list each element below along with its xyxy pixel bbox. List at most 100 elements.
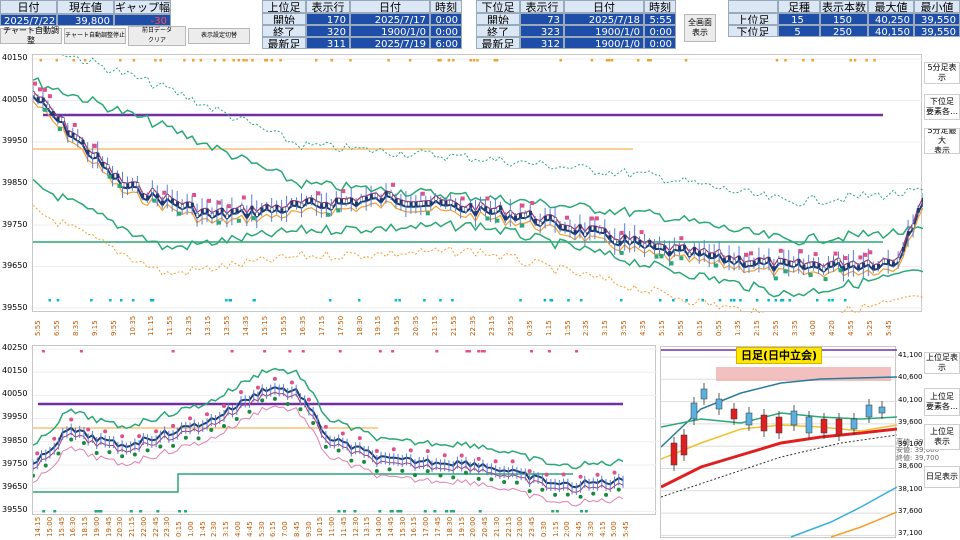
daily-chart[interactable] [660, 346, 897, 538]
top-x-tick: 5:15 [658, 320, 667, 336]
bottom-y-tick: 39550 [2, 505, 28, 514]
5min-display-button[interactable]: 5分足表示 [924, 62, 960, 84]
candle-body [484, 206, 488, 211]
upper-time-header: 時刻 [430, 0, 462, 13]
upper-element-button[interactable]: 上位足 要素各… [924, 388, 960, 416]
lower-line-orange [830, 511, 897, 538]
candle-body [727, 255, 731, 261]
signal-marker-bottom [394, 299, 398, 302]
candle-body [86, 149, 90, 155]
signal-marker-bottom [390, 510, 394, 513]
green-dot [527, 489, 532, 494]
lower-timeframe-chart[interactable] [32, 54, 923, 313]
lower-start-row: 73 [520, 13, 564, 25]
candle-body [558, 224, 562, 229]
5min-max-display-button[interactable]: 5分足最大 表示 [924, 128, 960, 154]
signal-marker-top [607, 59, 611, 62]
top-x-tick: 2:55 [771, 320, 780, 336]
candle-body [414, 202, 418, 207]
candle-body [857, 265, 861, 270]
signal-marker-bottom [580, 510, 584, 513]
green-marker [336, 208, 341, 213]
green-dot [234, 416, 239, 421]
green-dot [374, 468, 379, 473]
candle-body [598, 227, 602, 233]
candle-body [533, 218, 537, 224]
green-marker [520, 223, 525, 228]
green-marker [659, 254, 664, 259]
green-marker [619, 250, 624, 255]
pink-dot [323, 424, 328, 429]
signal-marker-bottom [99, 510, 103, 513]
green-dot [616, 487, 621, 492]
candle-body [116, 173, 120, 179]
signal-marker-bottom [342, 510, 346, 513]
candle-body [325, 202, 329, 208]
upper-display-button[interactable]: 上位足表示 [924, 352, 960, 374]
lower-element-button[interactable]: 下位足 要素各… [924, 94, 960, 120]
signal-marker-bottom [229, 299, 233, 302]
candle-body [842, 265, 846, 271]
upper-display-row-header: 表示行 [306, 0, 350, 13]
bottom-y-tick: 39850 [2, 435, 28, 445]
pink-marker [162, 190, 167, 195]
chart-auto-adjust-stop-button[interactable]: チャート自動調整停止 [64, 28, 126, 44]
pink-marker [530, 201, 535, 206]
signal-marker-top [330, 59, 334, 62]
signal-marker-bottom [328, 299, 332, 302]
upper-date-header: 日付 [350, 0, 430, 13]
top-x-tick: 4:20 [828, 320, 837, 336]
fullscreen-button[interactable]: 全画面 表示 [684, 14, 716, 42]
candle-body [852, 261, 856, 266]
candle-body [66, 130, 70, 136]
green-dot [540, 487, 545, 492]
chart-auto-adjust-button[interactable]: チャート自動調整 [0, 26, 62, 45]
candle-body [901, 246, 905, 252]
candle-body [797, 259, 801, 264]
green-dot [604, 492, 609, 497]
pink-marker [798, 249, 803, 254]
green-dot [132, 452, 137, 457]
candle-body [429, 200, 433, 206]
top-y-tick: 39650 [2, 261, 28, 271]
candle-body [568, 226, 572, 231]
green-dot [425, 469, 430, 474]
bottom-x-tick: 5:45 [622, 521, 631, 537]
top-x-tick: 17:50 [336, 315, 345, 336]
candle-body [747, 261, 751, 266]
signal-marker-bottom [549, 299, 553, 302]
candle-body [41, 97, 45, 103]
pink-marker [460, 196, 465, 201]
date-header: 日付 [0, 0, 57, 14]
gap-value: -30 [114, 14, 171, 26]
daily-candle [690, 402, 698, 420]
green-marker [714, 263, 719, 268]
pink-marker [390, 182, 395, 187]
clear-prev-data-button[interactable]: 前日データ クリア [128, 26, 186, 46]
green-dot [196, 436, 201, 441]
signal-marker-bottom [543, 299, 547, 302]
daily-candle [715, 398, 723, 410]
green-marker [808, 273, 813, 278]
daily-display-button[interactable]: 日足表示 [924, 466, 960, 488]
upper-latest-time: 6:00 [430, 37, 462, 49]
signal-marker-bottom [396, 510, 400, 513]
display-toggle-button[interactable]: 表示設定切替 [188, 28, 250, 44]
upper-timeframe-chart[interactable] [32, 345, 657, 515]
upper-display-button-2[interactable]: 上位足 表示 [924, 424, 960, 450]
top-x-tick: 9:55 [109, 320, 118, 336]
bottom-x-tick: 6:15 [269, 521, 278, 537]
candle-body [349, 197, 353, 203]
gap-header: ギャップ幅 [114, 0, 171, 14]
daily-candle [775, 416, 783, 434]
signal-marker-bottom [131, 299, 135, 302]
support-line [33, 473, 573, 493]
signal-marker-bottom [94, 510, 98, 513]
signal-marker-top [237, 59, 241, 62]
candle-body [707, 253, 711, 258]
upper-title: 上位足 [262, 0, 306, 13]
candle-body [817, 263, 821, 268]
pink-marker [565, 215, 570, 220]
candle-body [553, 217, 557, 222]
candle-body [225, 213, 229, 219]
